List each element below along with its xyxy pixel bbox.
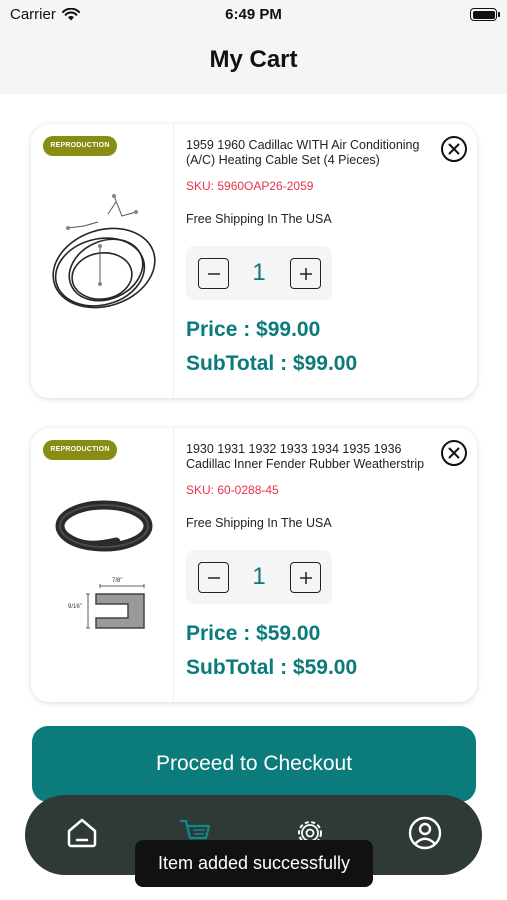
close-icon <box>448 143 460 155</box>
profile-icon <box>408 816 442 850</box>
weatherstrip-image[interactable]: 7/8" 9/16" <box>44 498 162 638</box>
increase-quantity-button[interactable] <box>290 562 321 593</box>
home-icon <box>67 818 97 848</box>
weatherstrip-width-label: 7/8" <box>112 578 122 584</box>
weatherstrip-height-label: 9/16" <box>68 604 82 610</box>
product-name[interactable]: 1959 1960 Cadillac WITH Air Conditioning… <box>186 138 436 168</box>
heating-cable-set-image[interactable] <box>44 186 162 346</box>
clock: 6:49 PM <box>225 6 282 23</box>
cart-item-card: REPRODUCTION 1959 1960 Cadillac WITH Air… <box>31 124 477 398</box>
quantity-stepper: 1 <box>186 550 332 604</box>
shipping-info: Free Shipping In The USA <box>186 212 332 226</box>
shipping-info: Free Shipping In The USA <box>186 516 332 530</box>
reproduction-badge: REPRODUCTION <box>43 440 117 460</box>
remove-item-button[interactable] <box>441 136 467 162</box>
page-header: My Cart <box>0 30 507 94</box>
increase-quantity-button[interactable] <box>290 258 321 289</box>
quantity-stepper: 1 <box>186 246 332 300</box>
tab-home[interactable] <box>62 813 102 853</box>
item-price: Price : $99.00 <box>186 318 321 341</box>
product-sku: SKU: 60-0288-45 <box>186 483 279 497</box>
page-title: My Cart <box>209 46 298 73</box>
item-price: Price : $59.00 <box>186 622 321 645</box>
product-image-column: REPRODUCTION 7/8" 9/16" <box>31 428 174 702</box>
product-sku: SKU: 5960OAP26-2059 <box>186 179 314 193</box>
cart-item-card: REPRODUCTION 7/8" 9/16" 1930 1931 1932 1… <box>31 428 477 702</box>
remove-item-button[interactable] <box>441 440 467 466</box>
item-subtotal: SubTotal : $59.00 <box>186 656 358 679</box>
item-subtotal: SubTotal : $99.00 <box>186 352 358 375</box>
status-bar: Carrier 6:49 PM <box>0 0 507 30</box>
product-name[interactable]: 1930 1931 1932 1933 1934 1935 1936 Cadil… <box>186 442 436 472</box>
close-icon <box>448 447 460 459</box>
toast-message: Item added successfully <box>135 840 373 887</box>
plus-icon <box>299 267 312 280</box>
product-image-column: REPRODUCTION <box>31 124 174 398</box>
plus-icon <box>299 571 312 584</box>
proceed-to-checkout-button[interactable]: Proceed to Checkout <box>32 726 476 802</box>
cart-screen: Carrier 6:49 PM My Cart REPRODUCTION 195… <box>0 0 507 900</box>
reproduction-badge: REPRODUCTION <box>43 136 117 156</box>
tab-profile[interactable] <box>405 813 445 853</box>
battery-icon <box>470 8 500 21</box>
